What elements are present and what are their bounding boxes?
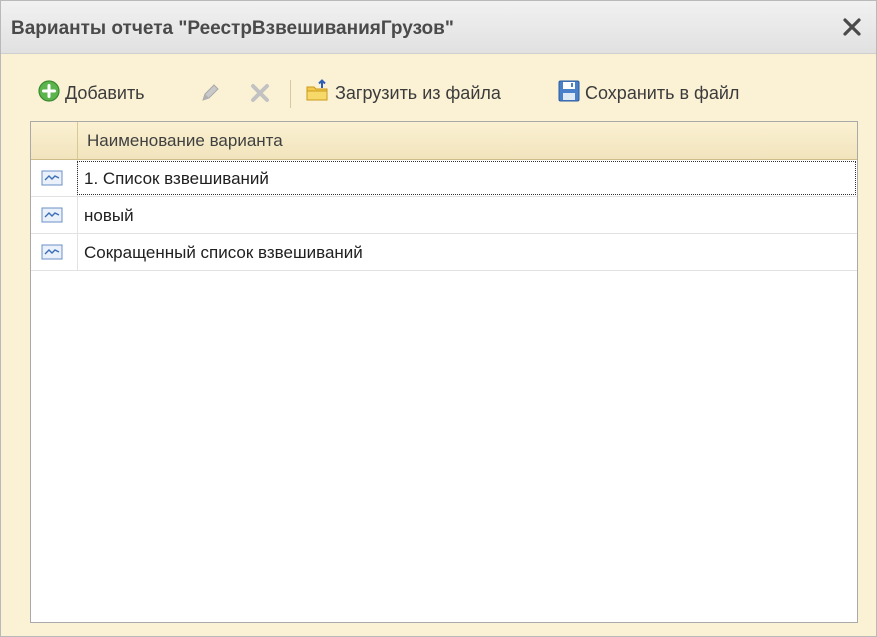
table-header: Наименование варианта bbox=[31, 122, 857, 160]
table-row[interactable]: 1. Список взвешиваний bbox=[31, 160, 857, 197]
variant-name: новый bbox=[84, 206, 134, 225]
row-icon-cell bbox=[31, 160, 78, 196]
edit-button[interactable] bbox=[199, 80, 221, 106]
load-from-file-label: Загрузить из файла bbox=[335, 82, 501, 103]
pencil-icon bbox=[202, 84, 219, 101]
variant-name: 1. Список взвешиваний bbox=[84, 169, 269, 188]
column-header-variant-name[interactable]: Наименование варианта bbox=[87, 131, 283, 151]
variant-name: Сокращенный список взвешиваний bbox=[84, 243, 363, 262]
report-variant-icon bbox=[41, 170, 63, 186]
delete-button[interactable] bbox=[249, 80, 271, 106]
dialog-title: Варианты отчета "РеестрВзвешиванияГрузов… bbox=[11, 18, 454, 39]
plus-circle-icon bbox=[37, 79, 61, 108]
table-row[interactable]: Сокращенный список взвешиваний bbox=[31, 234, 857, 271]
toolbar: Добавить Загрузить из файла Сохранить в … bbox=[1, 54, 876, 121]
close-button[interactable] bbox=[840, 15, 864, 39]
table-row[interactable]: новый bbox=[31, 197, 857, 234]
folder-upload-icon bbox=[305, 78, 331, 108]
toolbar-separator bbox=[290, 80, 291, 108]
row-icon-cell bbox=[31, 197, 78, 233]
delete-x-icon bbox=[251, 84, 269, 102]
add-button-label: Добавить bbox=[65, 82, 145, 103]
floppy-disk-icon bbox=[557, 79, 581, 108]
variants-table[interactable]: Наименование варианта 1. Список взвешива… bbox=[30, 121, 858, 623]
title-bar[interactable]: Варианты отчета "РеестрВзвешиванияГрузов… bbox=[1, 1, 876, 54]
row-icon-cell bbox=[31, 234, 78, 270]
add-button[interactable]: Добавить bbox=[37, 79, 145, 108]
close-icon bbox=[843, 18, 861, 36]
report-variant-icon bbox=[41, 207, 63, 223]
report-variant-icon bbox=[41, 244, 63, 260]
load-from-file-button[interactable]: Загрузить из файла bbox=[305, 78, 501, 108]
icon-column-header[interactable] bbox=[31, 122, 78, 159]
report-variants-dialog: Варианты отчета "РеестрВзвешиванияГрузов… bbox=[0, 0, 877, 637]
save-to-file-button[interactable]: Сохранить в файл bbox=[557, 80, 739, 106]
save-to-file-label: Сохранить в файл bbox=[585, 82, 740, 103]
